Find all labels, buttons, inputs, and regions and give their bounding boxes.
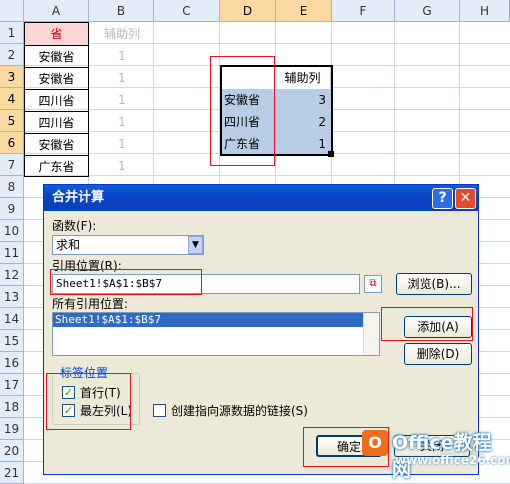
column-header-h[interactable]: H bbox=[460, 0, 510, 22]
collapse-dialog-icon[interactable]: ⧉ bbox=[364, 275, 382, 293]
row-header-20[interactable]: 20 bbox=[0, 440, 24, 462]
column-header-g[interactable]: G bbox=[395, 0, 460, 22]
cell-A7[interactable]: 广东省 bbox=[25, 155, 88, 177]
select-all-corner[interactable] bbox=[0, 0, 24, 22]
all-references-label: 所有引用位置: bbox=[52, 297, 129, 311]
row-header-19[interactable]: 19 bbox=[0, 418, 24, 440]
row-header-17[interactable]: 17 bbox=[0, 374, 24, 396]
cell-B6[interactable]: 1 bbox=[90, 133, 154, 155]
column-header-d[interactable]: D bbox=[220, 0, 276, 22]
fill-handle[interactable] bbox=[328, 151, 334, 157]
cell-A6[interactable]: 安徽省 bbox=[25, 133, 88, 155]
column-header-f[interactable]: F bbox=[332, 0, 395, 22]
row-header-14[interactable]: 14 bbox=[0, 308, 24, 330]
scrollbar[interactable] bbox=[363, 313, 379, 355]
row-header-1[interactable]: 1 bbox=[0, 22, 24, 44]
cell-A1[interactable]: 省 bbox=[25, 23, 88, 45]
row-header-21[interactable]: 21 bbox=[0, 462, 24, 484]
row-header-5[interactable]: 5 bbox=[0, 110, 24, 132]
office-logo-icon: O bbox=[362, 430, 388, 456]
dialog-titlebar[interactable]: 合并计算 bbox=[44, 185, 478, 211]
row-header-4[interactable]: 4 bbox=[0, 88, 24, 110]
cell-E6[interactable]: 1 bbox=[275, 133, 330, 155]
cell-B7[interactable]: 1 bbox=[90, 155, 154, 177]
browse-button[interactable]: 浏览(B)... bbox=[396, 273, 472, 295]
cell-B1[interactable]: 辅助列 bbox=[90, 23, 154, 45]
cell-B5[interactable]: 1 bbox=[90, 111, 154, 133]
function-select[interactable]: 求和 bbox=[52, 235, 204, 255]
row-header-12[interactable]: 12 bbox=[0, 264, 24, 286]
highlight-add bbox=[381, 307, 473, 341]
cell-B3[interactable]: 1 bbox=[90, 67, 154, 89]
row-header-15[interactable]: 15 bbox=[0, 330, 24, 352]
column-header-e[interactable]: E bbox=[276, 0, 332, 22]
row-header-11[interactable]: 11 bbox=[0, 242, 24, 264]
row-header-7[interactable]: 7 bbox=[0, 154, 24, 176]
row-header-9[interactable]: 9 bbox=[0, 198, 24, 220]
cell-E5[interactable]: 2 bbox=[275, 111, 330, 133]
cell-E3[interactable]: 辅助列 bbox=[275, 67, 330, 89]
link-source-label[interactable]: 创建指向源数据的链接(S) bbox=[171, 404, 308, 418]
row-header-13[interactable]: 13 bbox=[0, 286, 24, 308]
dialog-title: 合并计算 bbox=[52, 190, 105, 205]
delete-button[interactable]: 删除(D) bbox=[404, 343, 472, 365]
cell-B2[interactable]: 1 bbox=[90, 45, 154, 67]
row-header-2[interactable]: 2 bbox=[0, 44, 24, 66]
row-header-6[interactable]: 6 bbox=[0, 132, 24, 154]
row-header-8[interactable]: 8 bbox=[0, 176, 24, 198]
highlight-label-position bbox=[46, 373, 131, 430]
column-header-a[interactable]: A bbox=[24, 0, 89, 22]
cell-E4[interactable]: 3 bbox=[275, 89, 330, 111]
cell-A4[interactable]: 四川省 bbox=[25, 89, 88, 111]
all-references-list[interactable]: Sheet1!$A$1:$B$7 bbox=[52, 312, 380, 356]
spreadsheet[interactable]: ABCDEFGH 1 2 3 4 5 6 7 8 9 10 11 12 13 14 15 16 17 18 19 20… bbox=[0, 0, 510, 484]
row-header-10[interactable]: 10 bbox=[0, 220, 24, 242]
cell-A5[interactable]: 四川省 bbox=[25, 111, 88, 133]
function-value: 求和 bbox=[56, 238, 81, 252]
row-header-16[interactable]: 16 bbox=[0, 352, 24, 374]
list-item[interactable]: Sheet1!$A$1:$B$7 bbox=[53, 313, 363, 327]
link-source-checkbox[interactable] bbox=[153, 404, 166, 417]
cell-A3[interactable]: 安徽省 bbox=[25, 67, 88, 89]
highlight-result-table bbox=[210, 56, 275, 166]
column-header-c[interactable]: C bbox=[154, 0, 220, 22]
row-header-18[interactable]: 18 bbox=[0, 396, 24, 418]
cell-A2[interactable]: 安徽省 bbox=[25, 45, 88, 67]
close-button[interactable]: ✕ bbox=[455, 188, 476, 209]
watermark-url: www.office26.com bbox=[395, 453, 510, 467]
cell-B4[interactable]: 1 bbox=[90, 89, 154, 111]
column-header-b[interactable]: B bbox=[89, 0, 154, 22]
highlight-reference bbox=[50, 269, 202, 295]
row-header-3[interactable]: 3 bbox=[0, 66, 24, 88]
chevron-down-icon[interactable]: ▼ bbox=[188, 236, 203, 254]
function-label: 函数(F): bbox=[52, 219, 97, 233]
help-button[interactable]: ? bbox=[432, 188, 453, 209]
